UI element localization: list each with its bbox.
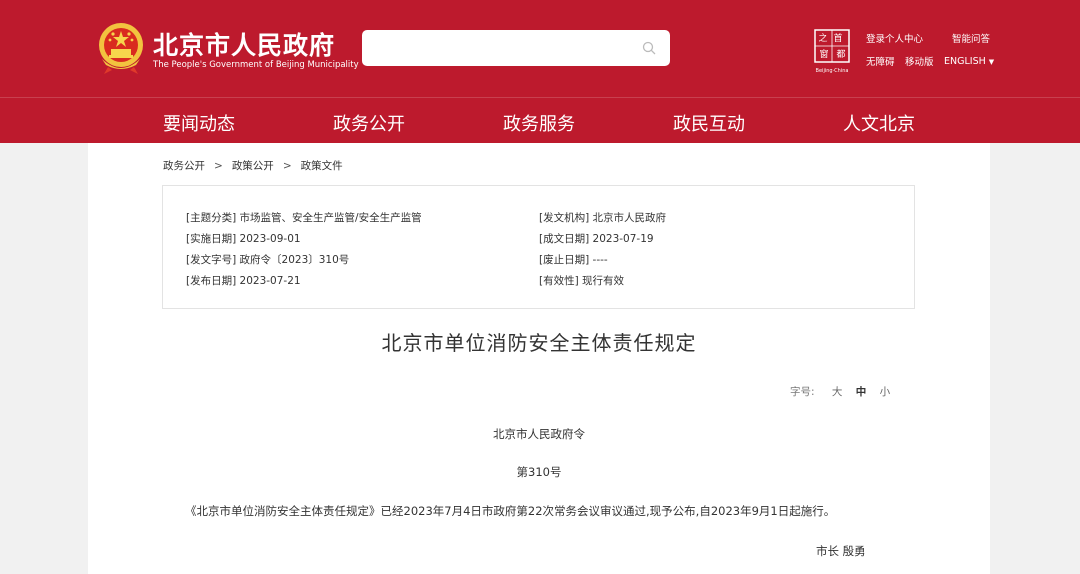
nav-item-news[interactable]: 要闻动态 — [163, 110, 235, 136]
decree-heading: 北京市人民政府令 — [493, 427, 585, 441]
meta-topic: [主题分类] 市场监管、安全生产监管/安全生产监管 — [186, 212, 422, 224]
capital-logo-char-4: 窗 — [819, 48, 828, 60]
search-input[interactable] — [374, 30, 636, 66]
meta-created-date: [成文日期] 2023-07-19 — [539, 233, 654, 245]
font-size-large-button[interactable]: 大 — [832, 386, 843, 398]
login-link[interactable]: 登录个人中心 — [866, 31, 923, 45]
language-label: ENGLISH — [944, 56, 986, 67]
breadcrumb-item[interactable]: 政务公开 — [163, 160, 205, 172]
search-icon[interactable] — [642, 41, 656, 55]
font-size-medium-button[interactable]: 中 — [856, 386, 867, 398]
site-header: 北京市人民政府 The People's Government of Beiji… — [0, 0, 1080, 97]
breadcrumb-separator: > — [282, 160, 292, 172]
document-signature: 市长 殷勇 — [816, 544, 866, 558]
national-emblem-icon[interactable] — [96, 21, 146, 75]
capital-logo-caption: Beijing·China — [816, 68, 849, 74]
meta-doc-number: [发文字号] 政府令〔2023〕310号 — [186, 254, 350, 266]
breadcrumb-item[interactable]: 政策公开 — [232, 160, 274, 172]
main-nav: 要闻动态 政务公开 政务服务 政民互动 人文北京 — [0, 97, 1080, 143]
meta-repeal-date: [废止日期] ---- — [539, 254, 608, 266]
document-title: 北京市单位消防安全主体责任规定 — [381, 331, 697, 355]
document-body-paragraph: 《北京市单位消防安全主体责任规定》已经2023年7月4日市政府第22次常务会议审… — [185, 504, 836, 518]
font-size-switcher: 字号: 大 中 小 — [790, 384, 890, 399]
meta-issuer: [发文机构] 北京市人民政府 — [539, 212, 667, 224]
content-panel: 政务公开 > 政策公开 > 政策文件 [主题分类] 市场监管、安全生产监管/安全生产监管… — [88, 143, 990, 574]
capital-window-logo[interactable]: 首 都 之 窗 Beijing·China — [812, 28, 852, 74]
font-size-label: 字号: — [790, 386, 815, 398]
breadcrumb: 政务公开 > 政策公开 > 政策文件 — [163, 158, 343, 173]
breadcrumb-separator: > — [214, 160, 223, 172]
capital-logo-char-1: 首 — [833, 32, 842, 44]
capital-logo-char-3: 之 — [818, 32, 827, 44]
nav-item-gov-services[interactable]: 政务服务 — [503, 110, 575, 136]
capital-logo-char-2: 都 — [836, 49, 845, 60]
mobile-version-link[interactable]: 移动版 — [905, 54, 934, 68]
nav-item-interaction[interactable]: 政民互动 — [673, 110, 745, 136]
caret-down-icon: ▼ — [988, 58, 995, 66]
meta-effective-date: [实施日期] 2023-09-01 — [186, 233, 301, 245]
meta-validity: [有效性] 现行有效 — [539, 275, 625, 287]
language-switch[interactable]: ENGLISH ▼ — [944, 56, 994, 67]
nav-item-culture[interactable]: 人文北京 — [843, 110, 915, 136]
accessibility-link[interactable]: 无障碍 — [866, 54, 895, 68]
font-size-small-button[interactable]: 小 — [880, 386, 891, 398]
document-metadata-box: [主题分类] 市场监管、安全生产监管/安全生产监管 [发文机构] 北京市人民政府… — [162, 185, 915, 309]
site-subtitle: The People's Government of Beijing Munic… — [153, 60, 359, 70]
decree-number: 第310号 — [516, 465, 562, 479]
site-title[interactable]: 北京市人民政府 — [153, 26, 335, 62]
nav-item-gov-affairs-open[interactable]: 政务公开 — [333, 110, 405, 136]
smart-qa-link[interactable]: 智能问答 — [952, 31, 990, 45]
breadcrumb-item[interactable]: 政策文件 — [301, 160, 343, 172]
meta-publish-date: [发布日期] 2023-07-21 — [186, 275, 301, 287]
search-box[interactable] — [362, 30, 670, 66]
